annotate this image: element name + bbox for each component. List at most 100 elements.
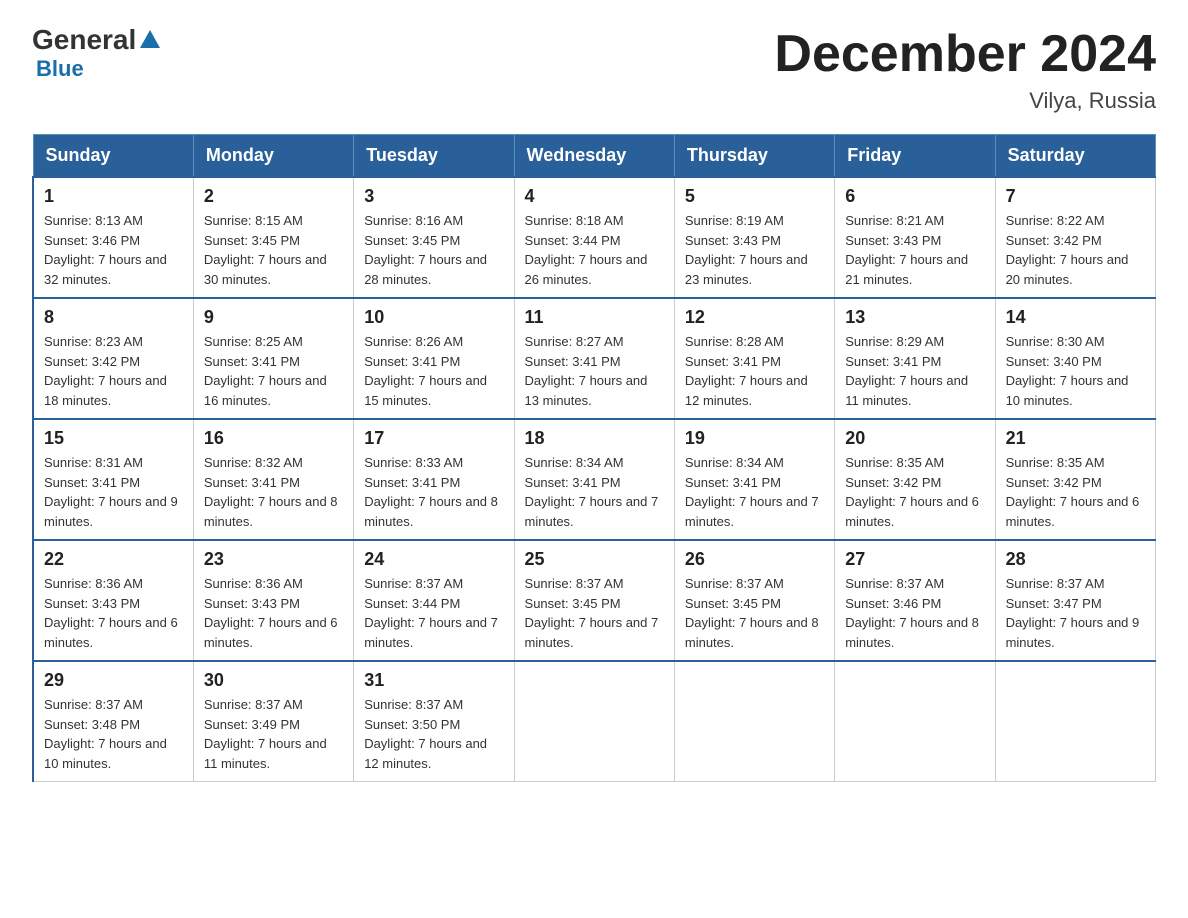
day-info: Sunrise: 8:37 AM Sunset: 3:47 PM Dayligh… [1006, 574, 1145, 652]
day-info: Sunrise: 8:37 AM Sunset: 3:50 PM Dayligh… [364, 695, 503, 773]
calendar-cell: 22 Sunrise: 8:36 AM Sunset: 3:43 PM Dayl… [33, 540, 193, 661]
calendar-cell: 28 Sunrise: 8:37 AM Sunset: 3:47 PM Dayl… [995, 540, 1155, 661]
week-row-4: 22 Sunrise: 8:36 AM Sunset: 3:43 PM Dayl… [33, 540, 1156, 661]
day-number: 31 [364, 670, 503, 691]
calendar-cell: 4 Sunrise: 8:18 AM Sunset: 3:44 PM Dayli… [514, 177, 674, 298]
logo-text: General [32, 24, 160, 56]
day-info: Sunrise: 8:28 AM Sunset: 3:41 PM Dayligh… [685, 332, 824, 410]
header-tuesday: Tuesday [354, 135, 514, 178]
day-info: Sunrise: 8:23 AM Sunset: 3:42 PM Dayligh… [44, 332, 183, 410]
day-info: Sunrise: 8:35 AM Sunset: 3:42 PM Dayligh… [1006, 453, 1145, 531]
day-info: Sunrise: 8:36 AM Sunset: 3:43 PM Dayligh… [44, 574, 183, 652]
day-info: Sunrise: 8:34 AM Sunset: 3:41 PM Dayligh… [685, 453, 824, 531]
day-info: Sunrise: 8:37 AM Sunset: 3:45 PM Dayligh… [685, 574, 824, 652]
logo-blue: Blue [36, 56, 84, 82]
logo-general: General [32, 24, 136, 56]
calendar-cell: 2 Sunrise: 8:15 AM Sunset: 3:45 PM Dayli… [193, 177, 353, 298]
day-number: 2 [204, 186, 343, 207]
calendar-cell: 11 Sunrise: 8:27 AM Sunset: 3:41 PM Dayl… [514, 298, 674, 419]
day-info: Sunrise: 8:30 AM Sunset: 3:40 PM Dayligh… [1006, 332, 1145, 410]
week-row-1: 1 Sunrise: 8:13 AM Sunset: 3:46 PM Dayli… [33, 177, 1156, 298]
day-number: 22 [44, 549, 183, 570]
day-info: Sunrise: 8:37 AM Sunset: 3:44 PM Dayligh… [364, 574, 503, 652]
calendar-cell: 31 Sunrise: 8:37 AM Sunset: 3:50 PM Dayl… [354, 661, 514, 782]
day-info: Sunrise: 8:26 AM Sunset: 3:41 PM Dayligh… [364, 332, 503, 410]
calendar-cell: 19 Sunrise: 8:34 AM Sunset: 3:41 PM Dayl… [674, 419, 834, 540]
calendar-cell: 27 Sunrise: 8:37 AM Sunset: 3:46 PM Dayl… [835, 540, 995, 661]
day-info: Sunrise: 8:33 AM Sunset: 3:41 PM Dayligh… [364, 453, 503, 531]
calendar-cell: 16 Sunrise: 8:32 AM Sunset: 3:41 PM Dayl… [193, 419, 353, 540]
calendar-table: Sunday Monday Tuesday Wednesday Thursday… [32, 134, 1156, 782]
day-info: Sunrise: 8:21 AM Sunset: 3:43 PM Dayligh… [845, 211, 984, 289]
header-monday: Monday [193, 135, 353, 178]
day-number: 15 [44, 428, 183, 449]
weekday-header-row: Sunday Monday Tuesday Wednesday Thursday… [33, 135, 1156, 178]
day-number: 12 [685, 307, 824, 328]
day-info: Sunrise: 8:37 AM Sunset: 3:46 PM Dayligh… [845, 574, 984, 652]
day-number: 17 [364, 428, 503, 449]
calendar-subtitle: Vilya, Russia [774, 88, 1156, 114]
calendar-cell: 24 Sunrise: 8:37 AM Sunset: 3:44 PM Dayl… [354, 540, 514, 661]
calendar-cell [835, 661, 995, 782]
calendar-cell: 10 Sunrise: 8:26 AM Sunset: 3:41 PM Dayl… [354, 298, 514, 419]
calendar-cell: 30 Sunrise: 8:37 AM Sunset: 3:49 PM Dayl… [193, 661, 353, 782]
page-header: General Blue December 2024 Vilya, Russia [32, 24, 1156, 114]
day-number: 18 [525, 428, 664, 449]
day-info: Sunrise: 8:34 AM Sunset: 3:41 PM Dayligh… [525, 453, 664, 531]
calendar-cell: 14 Sunrise: 8:30 AM Sunset: 3:40 PM Dayl… [995, 298, 1155, 419]
day-info: Sunrise: 8:32 AM Sunset: 3:41 PM Dayligh… [204, 453, 343, 531]
calendar-cell: 7 Sunrise: 8:22 AM Sunset: 3:42 PM Dayli… [995, 177, 1155, 298]
calendar-cell: 21 Sunrise: 8:35 AM Sunset: 3:42 PM Dayl… [995, 419, 1155, 540]
day-info: Sunrise: 8:35 AM Sunset: 3:42 PM Dayligh… [845, 453, 984, 531]
calendar-cell [995, 661, 1155, 782]
day-number: 25 [525, 549, 664, 570]
day-number: 6 [845, 186, 984, 207]
day-info: Sunrise: 8:18 AM Sunset: 3:44 PM Dayligh… [525, 211, 664, 289]
day-number: 5 [685, 186, 824, 207]
day-info: Sunrise: 8:37 AM Sunset: 3:48 PM Dayligh… [44, 695, 183, 773]
week-row-3: 15 Sunrise: 8:31 AM Sunset: 3:41 PM Dayl… [33, 419, 1156, 540]
day-number: 21 [1006, 428, 1145, 449]
day-number: 4 [525, 186, 664, 207]
calendar-cell: 5 Sunrise: 8:19 AM Sunset: 3:43 PM Dayli… [674, 177, 834, 298]
day-number: 20 [845, 428, 984, 449]
day-number: 3 [364, 186, 503, 207]
day-info: Sunrise: 8:27 AM Sunset: 3:41 PM Dayligh… [525, 332, 664, 410]
week-row-5: 29 Sunrise: 8:37 AM Sunset: 3:48 PM Dayl… [33, 661, 1156, 782]
day-number: 30 [204, 670, 343, 691]
logo: General Blue [32, 24, 160, 82]
header-thursday: Thursday [674, 135, 834, 178]
day-number: 19 [685, 428, 824, 449]
title-block: December 2024 Vilya, Russia [774, 24, 1156, 114]
day-number: 11 [525, 307, 664, 328]
day-number: 23 [204, 549, 343, 570]
calendar-cell: 26 Sunrise: 8:37 AM Sunset: 3:45 PM Dayl… [674, 540, 834, 661]
day-number: 28 [1006, 549, 1145, 570]
day-info: Sunrise: 8:25 AM Sunset: 3:41 PM Dayligh… [204, 332, 343, 410]
week-row-2: 8 Sunrise: 8:23 AM Sunset: 3:42 PM Dayli… [33, 298, 1156, 419]
day-info: Sunrise: 8:29 AM Sunset: 3:41 PM Dayligh… [845, 332, 984, 410]
header-wednesday: Wednesday [514, 135, 674, 178]
day-number: 24 [364, 549, 503, 570]
day-number: 29 [44, 670, 183, 691]
day-number: 26 [685, 549, 824, 570]
day-number: 16 [204, 428, 343, 449]
calendar-cell: 15 Sunrise: 8:31 AM Sunset: 3:41 PM Dayl… [33, 419, 193, 540]
calendar-cell: 29 Sunrise: 8:37 AM Sunset: 3:48 PM Dayl… [33, 661, 193, 782]
header-saturday: Saturday [995, 135, 1155, 178]
calendar-cell: 8 Sunrise: 8:23 AM Sunset: 3:42 PM Dayli… [33, 298, 193, 419]
logo-triangle-icon [140, 30, 160, 48]
calendar-cell: 6 Sunrise: 8:21 AM Sunset: 3:43 PM Dayli… [835, 177, 995, 298]
day-number: 27 [845, 549, 984, 570]
calendar-cell: 13 Sunrise: 8:29 AM Sunset: 3:41 PM Dayl… [835, 298, 995, 419]
header-friday: Friday [835, 135, 995, 178]
day-number: 14 [1006, 307, 1145, 328]
calendar-cell: 9 Sunrise: 8:25 AM Sunset: 3:41 PM Dayli… [193, 298, 353, 419]
calendar-cell: 23 Sunrise: 8:36 AM Sunset: 3:43 PM Dayl… [193, 540, 353, 661]
calendar-cell: 12 Sunrise: 8:28 AM Sunset: 3:41 PM Dayl… [674, 298, 834, 419]
day-info: Sunrise: 8:19 AM Sunset: 3:43 PM Dayligh… [685, 211, 824, 289]
day-number: 8 [44, 307, 183, 328]
calendar-cell: 3 Sunrise: 8:16 AM Sunset: 3:45 PM Dayli… [354, 177, 514, 298]
day-info: Sunrise: 8:37 AM Sunset: 3:45 PM Dayligh… [525, 574, 664, 652]
calendar-cell: 25 Sunrise: 8:37 AM Sunset: 3:45 PM Dayl… [514, 540, 674, 661]
